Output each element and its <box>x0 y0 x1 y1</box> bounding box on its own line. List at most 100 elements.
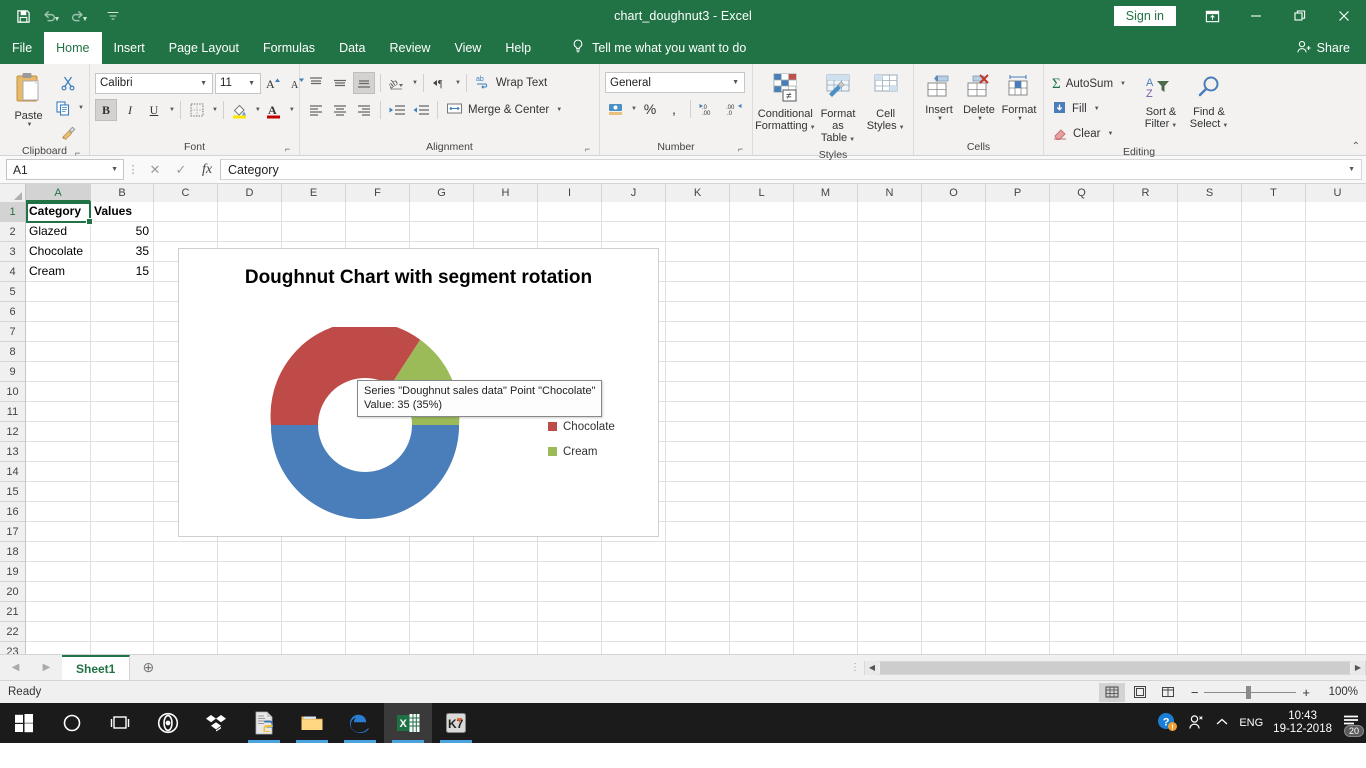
cell-S8[interactable] <box>1178 342 1242 362</box>
cell-styles-button[interactable]: Cell Styles ▼ <box>864 71 908 136</box>
people-icon[interactable] <box>1187 713 1205 734</box>
cell-T2[interactable] <box>1242 222 1306 242</box>
cell-P10[interactable] <box>986 382 1050 402</box>
sign-in-button[interactable]: Sign in <box>1113 6 1176 26</box>
name-box-dropdown-icon[interactable]: ▼ <box>106 166 123 173</box>
decrease-indent-button[interactable] <box>386 99 408 121</box>
cell-R13[interactable] <box>1114 442 1178 462</box>
cell-D22[interactable] <box>218 622 282 642</box>
row-header-20[interactable]: 20 <box>0 582 25 602</box>
cell-S11[interactable] <box>1178 402 1242 422</box>
cell-H20[interactable] <box>474 582 538 602</box>
cell-L4[interactable] <box>730 262 794 282</box>
cell-D1[interactable] <box>218 202 282 222</box>
cell-K17[interactable] <box>666 522 730 542</box>
cell-K20[interactable] <box>666 582 730 602</box>
sheet-tab-sheet1[interactable]: Sheet1 <box>62 655 131 680</box>
underline-dropdown-icon[interactable]: ▼ <box>169 107 175 113</box>
column-header-C[interactable]: C <box>154 184 218 202</box>
cell-N17[interactable] <box>858 522 922 542</box>
row-header-2[interactable]: 2 <box>0 222 25 242</box>
legend-item-cream[interactable]: Cream <box>548 439 644 464</box>
cell-T20[interactable] <box>1242 582 1306 602</box>
select-all-corner[interactable] <box>0 184 26 202</box>
cell-R17[interactable] <box>1114 522 1178 542</box>
cell-P22[interactable] <box>986 622 1050 642</box>
sort-filter-dropdown-icon[interactable]: ▼ <box>1171 123 1177 129</box>
cell-L20[interactable] <box>730 582 794 602</box>
row-header-16[interactable]: 16 <box>0 502 25 522</box>
align-bottom-button[interactable] <box>353 72 375 94</box>
column-header-S[interactable]: S <box>1178 184 1242 202</box>
cell-I21[interactable] <box>538 602 602 622</box>
column-header-R[interactable]: R <box>1114 184 1178 202</box>
cell-M12[interactable] <box>794 422 858 442</box>
cell-S9[interactable] <box>1178 362 1242 382</box>
copy-dropdown-icon[interactable]: ▼ <box>78 105 84 111</box>
cell-T8[interactable] <box>1242 342 1306 362</box>
autosum-button[interactable]: Σ AutoSum ▼ <box>1049 73 1129 95</box>
cut-button[interactable] <box>52 72 84 94</box>
cell-O2[interactable] <box>922 222 986 242</box>
font-color-button[interactable]: A <box>263 99 285 121</box>
cell-A18[interactable] <box>26 542 91 562</box>
cell-B13[interactable] <box>91 442 154 462</box>
cell-N7[interactable] <box>858 322 922 342</box>
decrease-decimal-button[interactable]: .00.0 <box>722 98 746 120</box>
cell-R2[interactable] <box>1114 222 1178 242</box>
cell-S10[interactable] <box>1178 382 1242 402</box>
cell-U21[interactable] <box>1306 602 1366 622</box>
collapse-ribbon-button[interactable]: ⌃ <box>1352 141 1360 152</box>
clear-button[interactable]: Clear ▼ <box>1049 123 1129 145</box>
cell-K14[interactable] <box>666 462 730 482</box>
cell-K18[interactable] <box>666 542 730 562</box>
cell-P8[interactable] <box>986 342 1050 362</box>
autosum-dropdown-icon[interactable]: ▼ <box>1120 81 1126 87</box>
cell-A14[interactable] <box>26 462 91 482</box>
cell-U3[interactable] <box>1306 242 1366 262</box>
cell-L10[interactable] <box>730 382 794 402</box>
cell-E18[interactable] <box>282 542 346 562</box>
cell-T14[interactable] <box>1242 462 1306 482</box>
cell-B9[interactable] <box>91 362 154 382</box>
row-header-21[interactable]: 21 <box>0 602 25 622</box>
cell-J18[interactable] <box>602 542 666 562</box>
cell-I22[interactable] <box>538 622 602 642</box>
share-button[interactable]: Share <box>1296 32 1366 64</box>
sheet-prev-icon[interactable]: ◀ <box>12 662 20 673</box>
cell-B11[interactable] <box>91 402 154 422</box>
copy-button[interactable] <box>52 97 74 119</box>
cell-B19[interactable] <box>91 562 154 582</box>
cell-U16[interactable] <box>1306 502 1366 522</box>
column-header-P[interactable]: P <box>986 184 1050 202</box>
cell-N9[interactable] <box>858 362 922 382</box>
cell-T5[interactable] <box>1242 282 1306 302</box>
cell-B4[interactable]: 15 <box>91 262 154 282</box>
cell-M16[interactable] <box>794 502 858 522</box>
number-format-combo[interactable]: General ▼ <box>605 72 745 93</box>
cell-A20[interactable] <box>26 582 91 602</box>
cell-U6[interactable] <box>1306 302 1366 322</box>
cell-M13[interactable] <box>794 442 858 462</box>
column-header-T[interactable]: T <box>1242 184 1306 202</box>
cell-C2[interactable] <box>154 222 218 242</box>
add-sheet-button[interactable]: ⊕ <box>130 655 166 680</box>
cell-O23[interactable] <box>922 642 986 654</box>
column-header-O[interactable]: O <box>922 184 986 202</box>
cell-R6[interactable] <box>1114 302 1178 322</box>
comma-style-button[interactable]: , <box>663 98 685 120</box>
cell-P12[interactable] <box>986 422 1050 442</box>
cell-T6[interactable] <box>1242 302 1306 322</box>
font-color-dropdown-icon[interactable]: ▼ <box>289 107 295 113</box>
font-name-combo[interactable]: Calibri ▼ <box>95 72 213 94</box>
cell-E19[interactable] <box>282 562 346 582</box>
cell-L2[interactable] <box>730 222 794 242</box>
column-header-E[interactable]: E <box>282 184 346 202</box>
cell-H22[interactable] <box>474 622 538 642</box>
tab-formulas[interactable]: Formulas <box>251 32 327 64</box>
cell-B22[interactable] <box>91 622 154 642</box>
cell-B6[interactable] <box>91 302 154 322</box>
column-header-B[interactable]: B <box>91 184 154 202</box>
cell-T16[interactable] <box>1242 502 1306 522</box>
cell-I19[interactable] <box>538 562 602 582</box>
